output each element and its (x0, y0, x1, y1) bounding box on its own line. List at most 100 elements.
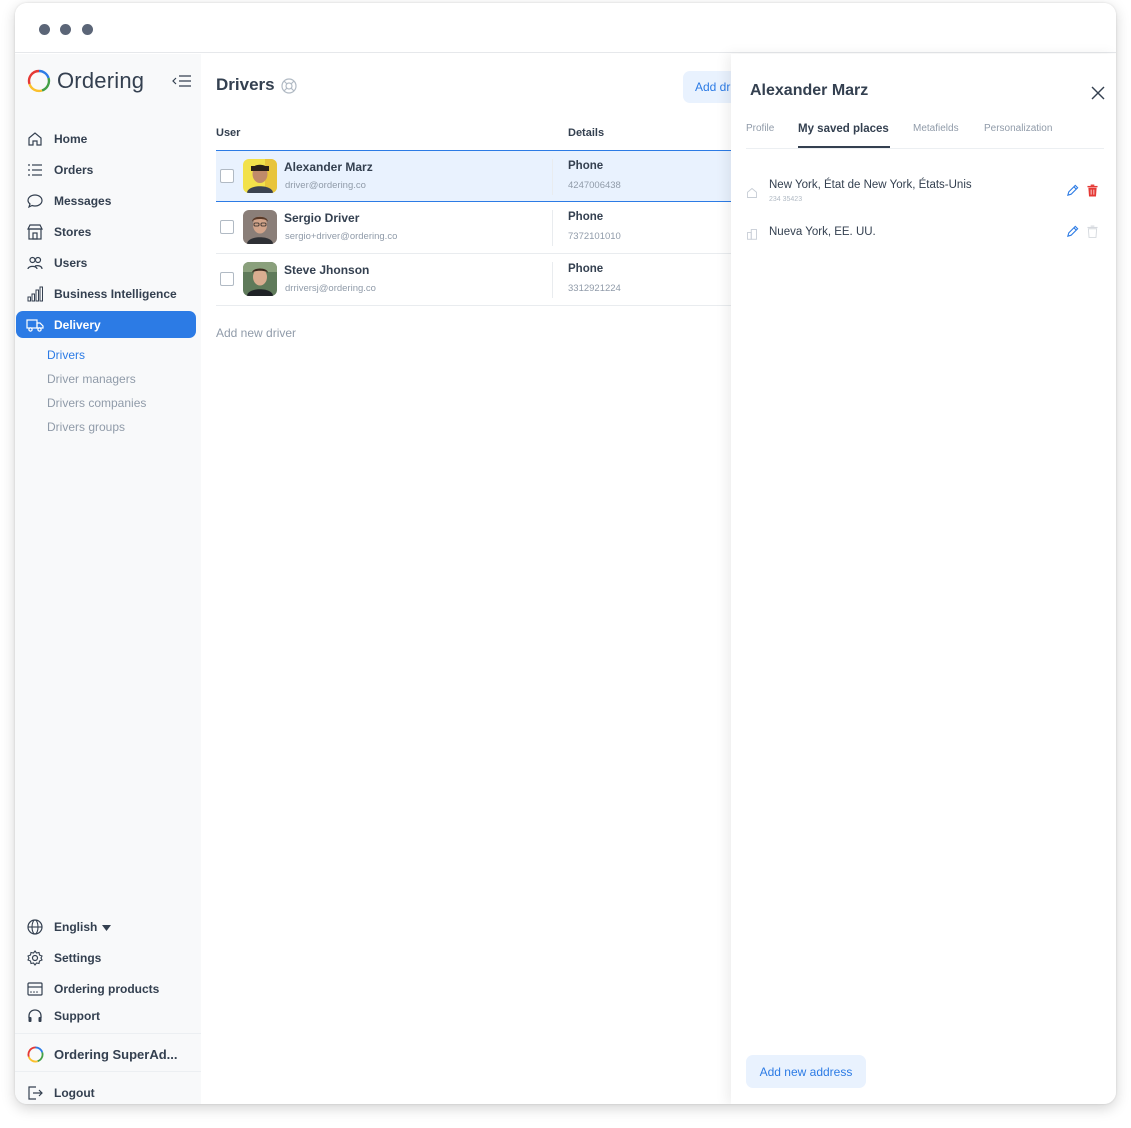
sidebar-subitem-drivers-companies[interactable]: Drivers companies (47, 396, 146, 410)
table-row[interactable]: Sergio Driver sergio+driver@ordering.co … (216, 202, 736, 254)
users-icon (26, 254, 44, 272)
sidebar-item-ordering-products[interactable]: Ordering products (16, 975, 196, 1002)
sidebar-item-support[interactable]: Support (16, 1002, 196, 1029)
logo-text: Ordering (57, 68, 145, 93)
address-text[interactable]: Nueva York, EE. UU. (769, 226, 876, 238)
help-icon[interactable] (281, 78, 297, 99)
sidebar-subitem-drivers-groups[interactable]: Drivers groups (47, 420, 125, 434)
sidebar-divider (15, 1071, 201, 1072)
driver-email: driver@ordering.co (285, 180, 366, 191)
logout-label: Logout (54, 1085, 95, 1100)
sidebar-item-label: Home (54, 131, 88, 146)
sidebar-item-label: Support (54, 1008, 100, 1023)
driver-phone: 3312921224 (568, 283, 621, 294)
window-dot (60, 24, 71, 35)
sidebar-item-stores[interactable]: Stores (16, 218, 196, 245)
store-icon (26, 223, 44, 241)
detail-label: Phone (568, 211, 604, 223)
tab-personalization[interactable]: Personalization (984, 123, 1052, 134)
language-selector[interactable]: English (16, 913, 196, 940)
tab-metafields[interactable]: Metafields (913, 123, 959, 134)
chat-icon (26, 192, 44, 210)
window-titlebar (15, 3, 1116, 53)
page-title: Drivers (216, 75, 275, 94)
column-divider (552, 262, 553, 298)
app-logo[interactable]: Ordering (27, 68, 144, 94)
column-divider (552, 159, 553, 195)
gear-icon (26, 949, 44, 967)
driver-detail-panel: Alexander Marz Profile My saved places M… (731, 54, 1116, 1104)
list-icon (26, 161, 44, 179)
building-icon (746, 227, 758, 245)
edit-pencil-icon[interactable] (1066, 184, 1079, 202)
globe-icon (26, 918, 44, 936)
edit-pencil-icon[interactable] (1066, 225, 1079, 243)
column-header-user: User (216, 127, 241, 139)
detail-label: Phone (568, 160, 604, 172)
sidebar-item-orders[interactable]: Orders (16, 156, 196, 183)
sidebar-item-label: Stores (54, 224, 92, 239)
sidebar-item-label: Users (54, 255, 88, 270)
sidebar: Ordering Home Orders Messages Stores Use… (15, 54, 201, 1104)
address-detail: 234 35423 (769, 196, 803, 203)
logout-button[interactable]: Logout (16, 1079, 196, 1104)
delete-trash-icon[interactable] (1087, 184, 1098, 202)
truck-icon (26, 316, 44, 334)
delete-trash-icon (1087, 225, 1098, 243)
driver-phone: 4247006438 (568, 180, 621, 191)
sidebar-subitem-driver-managers[interactable]: Driver managers (47, 372, 136, 386)
table-row[interactable]: Alexander Marz driver@ordering.co Phone … (216, 150, 736, 202)
tab-my-saved-places[interactable]: My saved places (798, 123, 889, 135)
sidebar-item-settings[interactable]: Settings (16, 944, 196, 971)
home-icon (746, 186, 758, 204)
collapse-sidebar-icon[interactable] (172, 74, 192, 92)
driver-name: Steve Jhonson (284, 263, 370, 277)
row-checkbox[interactable] (220, 169, 234, 183)
browser-window: Ordering Home Orders Messages Stores Use… (15, 3, 1116, 1104)
active-tab-indicator (798, 146, 890, 148)
sidebar-item-business-intelligence[interactable]: Business Intelligence (16, 280, 196, 307)
driver-name: Sergio Driver (284, 211, 360, 225)
avatar (243, 159, 277, 193)
window-dot (39, 24, 50, 35)
sidebar-item-users[interactable]: Users (16, 249, 196, 276)
ordering-logo-icon (27, 69, 51, 93)
products-icon (26, 980, 44, 998)
driver-email: sergio+driver@ordering.co (285, 231, 398, 242)
sidebar-item-delivery[interactable]: Delivery (16, 311, 196, 338)
column-header-details: Details (568, 127, 605, 139)
chart-icon (26, 285, 44, 303)
home-icon (26, 130, 44, 148)
sidebar-divider (15, 1033, 201, 1034)
driver-name: Alexander Marz (284, 160, 373, 174)
detail-label: Phone (568, 263, 604, 275)
add-new-driver-link[interactable]: Add new driver (216, 326, 296, 340)
sidebar-item-label: Business Intelligence (54, 286, 177, 301)
account-menu[interactable]: Ordering SuperAd... (16, 1041, 196, 1068)
sidebar-item-label: Settings (54, 950, 102, 965)
add-new-address-button[interactable]: Add new address (746, 1055, 866, 1088)
sidebar-item-label: Messages (54, 193, 112, 208)
headset-icon (26, 1007, 44, 1025)
sidebar-item-home[interactable]: Home (16, 125, 196, 152)
row-checkbox[interactable] (220, 272, 234, 286)
ordering-logo-icon (26, 1046, 44, 1064)
row-checkbox[interactable] (220, 220, 234, 234)
address-text[interactable]: New York, État de New York, États-Unis (769, 179, 972, 191)
column-divider (552, 210, 553, 246)
language-label: English (54, 919, 98, 934)
sidebar-item-messages[interactable]: Messages (16, 187, 196, 214)
sidebar-item-label: Delivery (54, 317, 101, 332)
avatar (243, 262, 277, 296)
window-dot (82, 24, 93, 35)
tabs-divider (746, 148, 1104, 149)
tab-profile[interactable]: Profile (746, 123, 774, 134)
table-row[interactable]: Steve Jhonson drriversj@ordering.co Phon… (216, 254, 736, 306)
driver-phone: 7372101010 (568, 231, 621, 242)
logout-icon (26, 1084, 44, 1102)
panel-title: Alexander Marz (750, 82, 869, 99)
close-icon[interactable] (1091, 86, 1105, 105)
sidebar-item-label: Orders (54, 162, 94, 177)
sidebar-subitem-drivers[interactable]: Drivers (47, 348, 85, 362)
account-name: Ordering SuperAd... (54, 1047, 178, 1062)
